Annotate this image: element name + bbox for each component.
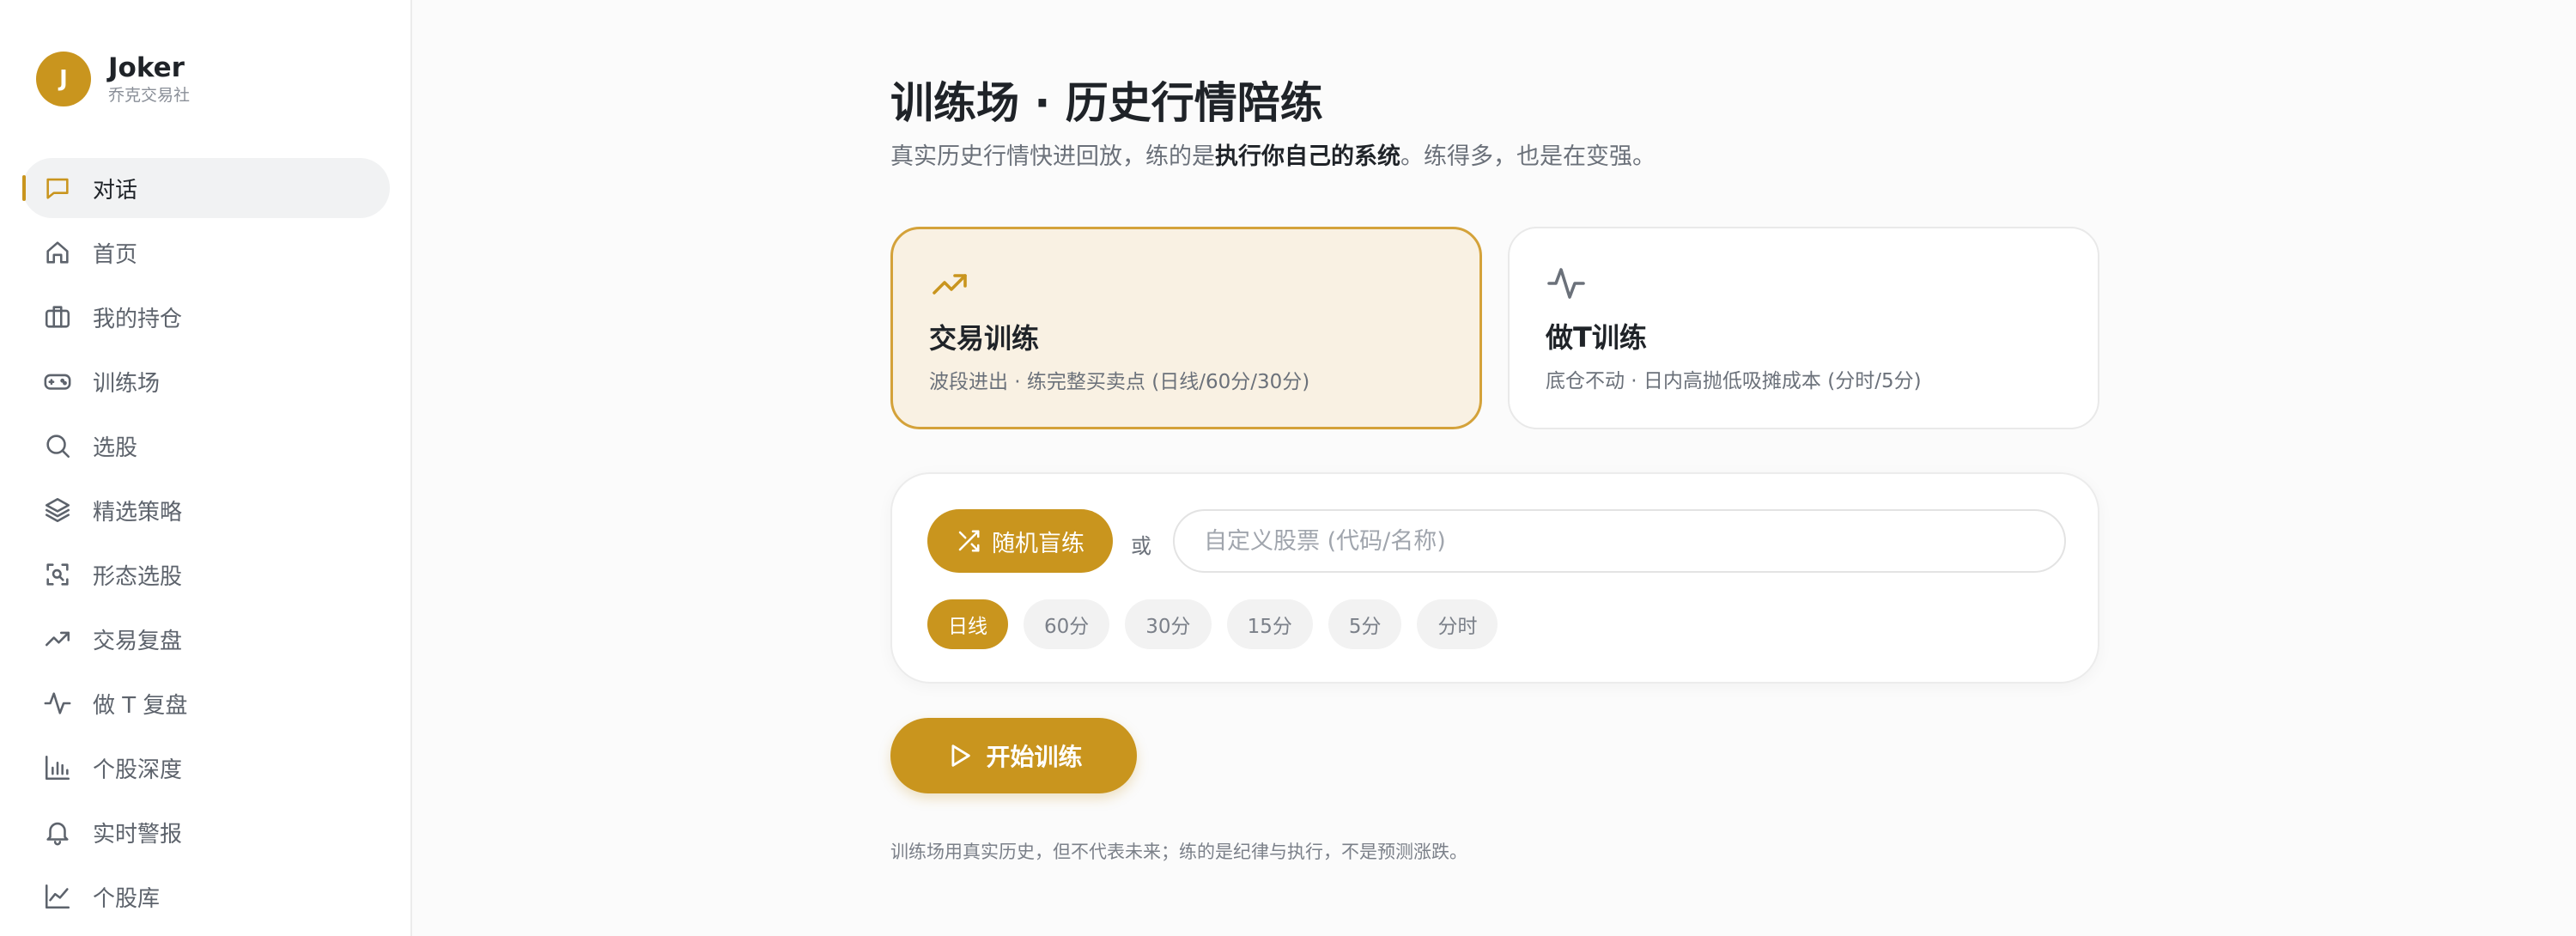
mode-cards: 交易训练 波段进出 · 练完整买卖点 (日线/60分/30分) 做T训练 底仓不… bbox=[890, 227, 2099, 429]
sidebar-item-label: 首页 bbox=[93, 241, 138, 268]
layers-icon bbox=[43, 495, 72, 525]
activity-icon bbox=[1546, 263, 1587, 304]
subtitle-emphasis: 执行你自己的系统 bbox=[1215, 143, 1400, 170]
sidebar-item-training[interactable]: 训练场 bbox=[22, 351, 390, 411]
start-training-label: 开始训练 bbox=[986, 744, 1083, 770]
sidebar-item-label: 交易复盘 bbox=[93, 628, 183, 654]
chat-icon bbox=[43, 173, 72, 203]
sidebar-item-home[interactable]: 首页 bbox=[22, 222, 390, 283]
brand-name: Joker bbox=[108, 52, 185, 83]
sidebar-item-label: 对话 bbox=[93, 177, 138, 204]
activity-icon bbox=[43, 689, 72, 718]
home-icon bbox=[43, 238, 72, 267]
random-practice-label: 随机盲练 bbox=[992, 530, 1084, 556]
or-label: 或 bbox=[1131, 534, 1151, 558]
sidebar-item-t-review[interactable]: 做 T 复盘 bbox=[22, 673, 390, 733]
sidebar-nav: 对话 首页 我的持仓 训练场 选股 精选策略 形态选股 交易复盘 做 T 复盘 … bbox=[22, 158, 390, 931]
timeframe-chip-60m[interactable]: 60分 bbox=[1024, 599, 1110, 649]
sidebar-item-label: 个股深度 bbox=[93, 757, 183, 783]
trending-up-icon bbox=[43, 624, 72, 653]
scan-icon bbox=[43, 560, 72, 589]
sidebar-item-label: 个股库 bbox=[93, 885, 161, 912]
shuffle-icon bbox=[958, 530, 980, 552]
sidebar-item-trade-review[interactable]: 交易复盘 bbox=[22, 609, 390, 669]
bar-chart-icon bbox=[43, 753, 72, 782]
subtitle-prefix: 真实历史行情快进回放，练的是 bbox=[890, 143, 1215, 170]
briefcase-icon bbox=[43, 302, 72, 331]
timeframe-selector: 日线 60分 30分 15分 5分 分时 bbox=[927, 599, 1513, 649]
mode-card-desc: 底仓不动 · 日内高抛低吸摊成本 (分时/5分) bbox=[1546, 370, 1922, 392]
sidebar-item-label: 训练场 bbox=[93, 370, 161, 397]
timeframe-chip-5m[interactable]: 5分 bbox=[1327, 599, 1402, 649]
mode-card-title: 交易训练 bbox=[929, 322, 1040, 355]
trending-up-icon bbox=[929, 264, 970, 305]
timeframe-chip-15m[interactable]: 15分 bbox=[1226, 599, 1313, 649]
page-title: 训练场 · 历史行情陪练 bbox=[890, 78, 1323, 128]
mode-card-t[interactable]: 做T训练 底仓不动 · 日内高抛低吸摊成本 (分时/5分) bbox=[1508, 227, 2099, 429]
sidebar-item-holdings[interactable]: 我的持仓 bbox=[22, 287, 390, 347]
mode-card-desc: 波段进出 · 练完整买卖点 (日线/60分/30分) bbox=[929, 371, 1310, 393]
sidebar-item-label: 我的持仓 bbox=[93, 306, 183, 332]
sidebar-item-label: 精选策略 bbox=[93, 499, 183, 526]
app-root: J Joker 乔克交易社 对话 首页 我的持仓 训练场 选股 精选策略 形态选… bbox=[0, 0, 2576, 936]
mode-card-trade[interactable]: 交易训练 波段进出 · 练完整买卖点 (日线/60分/30分) bbox=[890, 227, 1482, 429]
sidebar-item-stock-depth[interactable]: 个股深度 bbox=[22, 738, 390, 798]
sidebar: J Joker 乔克交易社 对话 首页 我的持仓 训练场 选股 精选策略 形态选… bbox=[0, 0, 412, 936]
brand[interactable]: J Joker 乔克交易社 bbox=[36, 52, 190, 106]
sidebar-item-stock-library[interactable]: 个股库 bbox=[22, 866, 390, 927]
sidebar-item-pattern[interactable]: 形态选股 bbox=[22, 544, 390, 605]
subtitle-suffix: 。练得多，也是在变强。 bbox=[1400, 143, 1656, 170]
timeframe-chip-intraday[interactable]: 分时 bbox=[1417, 599, 1498, 649]
start-training-button[interactable]: 开始训练 bbox=[890, 718, 1137, 793]
timeframe-chip-30m[interactable]: 30分 bbox=[1125, 599, 1212, 649]
sidebar-item-screener[interactable]: 选股 bbox=[22, 416, 390, 476]
timeframe-chip-daily[interactable]: 日线 bbox=[927, 599, 1008, 649]
play-icon bbox=[951, 745, 971, 767]
page-subtitle: 真实历史行情快进回放，练的是执行你自己的系统。练得多，也是在变强。 bbox=[890, 137, 1656, 171]
brand-subtitle: 乔克交易社 bbox=[108, 86, 191, 105]
search-icon bbox=[43, 431, 72, 460]
sidebar-item-label: 实时警报 bbox=[93, 821, 183, 848]
brand-text: Joker 乔克交易社 bbox=[108, 52, 190, 106]
sidebar-item-label: 选股 bbox=[93, 435, 138, 461]
sidebar-item-strategies[interactable]: 精选策略 bbox=[22, 480, 390, 540]
disclaimer-footnote: 训练场用真实历史，但不代表未来；练的是纪律与执行，不是预测涨跌。 bbox=[890, 842, 1467, 862]
sidebar-item-label: 做 T 复盘 bbox=[93, 692, 188, 719]
sidebar-item-chat[interactable]: 对话 bbox=[22, 158, 390, 218]
stock-selection-panel: 随机盲练 或 日线 60分 30分 15分 5分 分时 bbox=[890, 472, 2099, 684]
avatar: J bbox=[36, 52, 91, 106]
stock-search-input[interactable] bbox=[1173, 509, 2066, 573]
line-chart-icon bbox=[43, 882, 72, 911]
sidebar-item-alerts[interactable]: 实时警报 bbox=[22, 802, 390, 862]
gamepad-icon bbox=[43, 367, 72, 396]
sidebar-item-label: 形态选股 bbox=[93, 563, 183, 590]
mode-card-title: 做T训练 bbox=[1546, 321, 1647, 354]
bell-icon bbox=[43, 817, 72, 847]
random-practice-button[interactable]: 随机盲练 bbox=[927, 509, 1113, 573]
